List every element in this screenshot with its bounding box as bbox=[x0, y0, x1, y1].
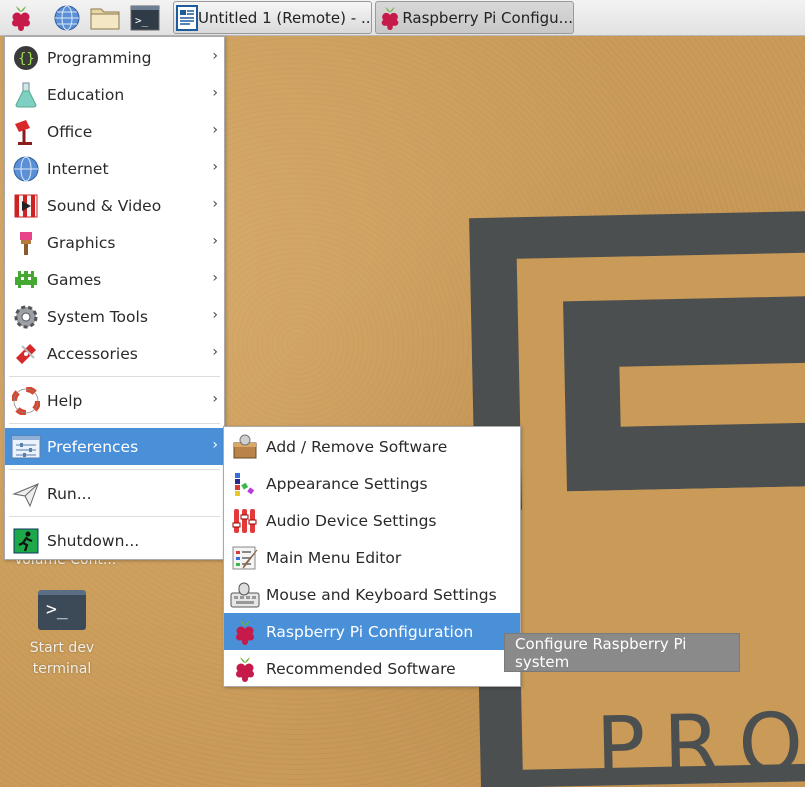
submenu-item-recommended-software[interactable]: Recommended Software bbox=[224, 650, 520, 687]
terminal-icon[interactable]: >_ bbox=[38, 590, 86, 630]
web-browser-icon[interactable] bbox=[52, 3, 82, 33]
system-tools-icon bbox=[5, 298, 47, 335]
svg-text:>_: >_ bbox=[135, 14, 149, 27]
accessories-icon bbox=[5, 335, 47, 372]
terminal-launcher-icon[interactable]: >_ bbox=[130, 3, 160, 33]
raspberry-menu-icon[interactable] bbox=[6, 3, 36, 33]
task-raspi-config-label: Raspberry Pi Configu... bbox=[402, 8, 573, 27]
menu-item-sound-video[interactable]: Sound & Video › bbox=[5, 187, 224, 224]
sound-video-icon bbox=[5, 187, 47, 224]
svg-text:{}: {} bbox=[18, 51, 35, 67]
raspberry-icon bbox=[224, 650, 266, 687]
menu-item-office[interactable]: Office › bbox=[5, 113, 224, 150]
chevron-right-icon: › bbox=[212, 270, 218, 286]
palette-icon bbox=[224, 465, 266, 502]
programming-icon: {} bbox=[5, 39, 47, 76]
submenu-item-appearance-settings[interactable]: Appearance Settings bbox=[224, 465, 520, 502]
taskbar: >_ Untitled 1 (Remote) - ... Raspberry P… bbox=[0, 0, 805, 36]
mouse-keyboard-icon bbox=[224, 576, 266, 613]
mixer-icon bbox=[224, 502, 266, 539]
submenu-item-raspberry-pi-configuration[interactable]: Raspberry Pi Configuration bbox=[224, 613, 520, 650]
graphics-icon bbox=[5, 224, 47, 261]
chevron-right-icon: › bbox=[212, 391, 218, 407]
chevron-right-icon: › bbox=[212, 85, 218, 101]
raspberry-icon bbox=[224, 613, 266, 650]
education-icon bbox=[5, 76, 47, 113]
menu-item-education[interactable]: Education › bbox=[5, 76, 224, 113]
menu-item-system-tools[interactable]: System Tools › bbox=[5, 298, 224, 335]
start-dev-terminal-label[interactable]: Start dev terminal bbox=[12, 638, 112, 680]
chevron-right-icon: › bbox=[212, 437, 218, 453]
main-menu: {} Programming › Education › Office › In… bbox=[4, 36, 225, 560]
menu-item-graphics[interactable]: Graphics › bbox=[5, 224, 224, 261]
help-icon bbox=[5, 382, 47, 419]
menu-item-programming[interactable]: {} Programming › bbox=[5, 39, 224, 76]
chevron-right-icon: › bbox=[212, 233, 218, 249]
menu-item-help[interactable]: Help › bbox=[5, 382, 224, 419]
menu-separator bbox=[9, 423, 220, 424]
task-writer-label: Untitled 1 (Remote) - ... bbox=[198, 8, 372, 27]
submenu-item-audio-device-settings[interactable]: Audio Device Settings bbox=[224, 502, 520, 539]
preferences-submenu: Add / Remove Software Appearance Setting… bbox=[223, 426, 521, 687]
menu-editor-icon bbox=[224, 539, 266, 576]
menu-item-preferences[interactable]: Preferences › bbox=[5, 428, 224, 465]
shutdown-icon bbox=[5, 522, 47, 559]
office-icon bbox=[5, 113, 47, 150]
file-manager-icon[interactable] bbox=[90, 3, 120, 33]
menu-item-games[interactable]: Games › bbox=[5, 261, 224, 298]
menu-item-shutdown[interactable]: Shutdown... bbox=[5, 522, 224, 559]
submenu-item-main-menu-editor[interactable]: Main Menu Editor bbox=[224, 539, 520, 576]
chevron-right-icon: › bbox=[212, 344, 218, 360]
submenu-item-add-remove-software[interactable]: Add / Remove Software bbox=[224, 428, 520, 465]
wallpaper-text: PRO bbox=[595, 695, 805, 787]
run-icon bbox=[5, 475, 47, 512]
raspberry-icon bbox=[378, 5, 402, 31]
package-icon bbox=[224, 428, 266, 465]
submenu-item-mouse-keyboard-settings[interactable]: Mouse and Keyboard Settings bbox=[224, 576, 520, 613]
preferences-icon bbox=[5, 428, 47, 465]
menu-separator bbox=[9, 516, 220, 517]
chevron-right-icon: › bbox=[212, 196, 218, 212]
chevron-right-icon: › bbox=[212, 307, 218, 323]
chevron-right-icon: › bbox=[212, 122, 218, 138]
internet-icon bbox=[5, 150, 47, 187]
menu-item-accessories[interactable]: Accessories › bbox=[5, 335, 224, 372]
task-writer[interactable]: Untitled 1 (Remote) - ... bbox=[173, 1, 372, 34]
games-icon bbox=[5, 261, 47, 298]
menu-separator bbox=[9, 469, 220, 470]
document-icon bbox=[176, 4, 198, 31]
tooltip: Configure Raspberry Pi system bbox=[504, 633, 740, 672]
chevron-right-icon: › bbox=[212, 48, 218, 64]
task-raspi-config[interactable]: Raspberry Pi Configu... bbox=[375, 1, 574, 34]
chevron-right-icon: › bbox=[212, 159, 218, 175]
menu-item-internet[interactable]: Internet › bbox=[5, 150, 224, 187]
menu-item-run[interactable]: Run... bbox=[5, 475, 224, 512]
menu-separator bbox=[9, 376, 220, 377]
